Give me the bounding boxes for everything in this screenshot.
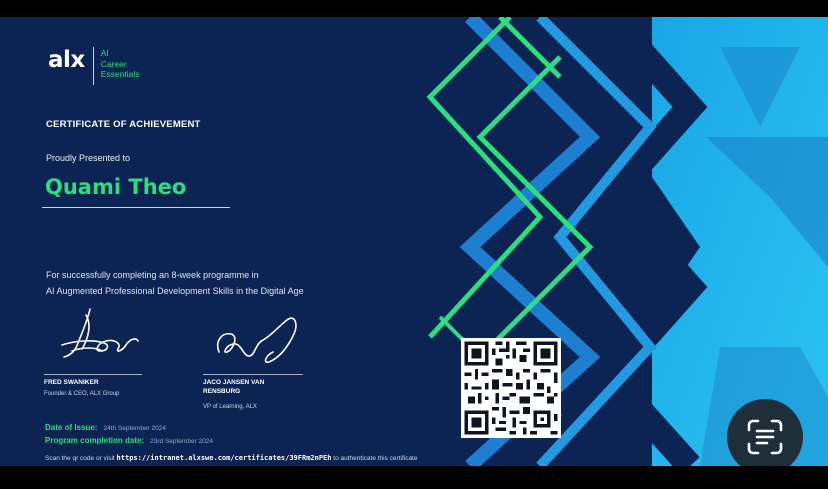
signature-line	[203, 374, 303, 375]
description-line: For successfully completing an 8-week pr…	[46, 270, 259, 280]
signature-fred-swaniker	[61, 308, 139, 358]
recipient-name: Quami Theo	[45, 175, 187, 199]
completion-date-label: Program completion date:	[45, 436, 145, 445]
signer-name: FRED SWANIKER	[44, 379, 99, 386]
signer-role: Founder & CEO, ALX Group	[44, 391, 120, 397]
signature-jaco-jansen	[216, 317, 297, 364]
verification-footer: Scan the qr code or visit https://intran…	[45, 454, 417, 462]
completion-date-row: Program completion date: 23rd September 2…	[45, 435, 213, 448]
name-underline	[42, 207, 230, 208]
logo-wordmark: alx	[48, 47, 85, 73]
signature-line	[44, 374, 142, 375]
logo-subtitle: AI Career Essentials	[101, 48, 140, 80]
issue-date-label: Date of Issue:	[45, 423, 98, 432]
certificate-title: CERTIFICATE OF ACHIEVEMENT	[46, 119, 201, 130]
signer-name-line: RENSBURG	[203, 387, 241, 395]
presented-to-text: Proudly Presented to	[46, 153, 131, 163]
qr-code	[461, 338, 561, 438]
verification-url[interactable]: https://intranet.alxswe.com/certificates…	[117, 454, 332, 462]
signer-name: JACO JANSEN VAN RENSBURG	[203, 379, 313, 396]
description-line: AI Augmented Professional Development Sk…	[46, 286, 304, 296]
completion-date-value: 23rd September 2024	[150, 438, 214, 445]
alx-logo: alx AI Career Essentials	[48, 47, 140, 85]
bottom-black-bar	[0, 466, 828, 489]
logo-subtitle-line: Essentials	[100, 69, 140, 79]
top-black-bar	[0, 0, 828, 17]
lens-scan-button[interactable]	[727, 399, 803, 466]
logo-subtitle-line: AI	[100, 48, 109, 58]
certificate-description: For successfully completing an 8-week pr…	[46, 267, 304, 299]
certificate-dates: Date of Issue: 24th September 2024 Progra…	[45, 422, 213, 448]
issue-date-row: Date of Issue: 24th September 2024	[45, 422, 213, 435]
footer-suffix: to authenticate this certificate	[333, 455, 418, 462]
signer-role: VP of Learning, ALX	[203, 404, 257, 410]
lens-scan-icon	[747, 419, 783, 455]
footer-prefix: Scan the qr code or visit	[45, 455, 115, 462]
signer-name-line: JACO JANSEN VAN	[203, 379, 265, 386]
logo-divider	[92, 47, 94, 85]
logo-subtitle-line: Career	[100, 58, 127, 69]
certificate: alx AI Career Essentials CERTIFICATE OF …	[0, 17, 828, 466]
issue-date-value: 24th September 2024	[103, 425, 166, 432]
